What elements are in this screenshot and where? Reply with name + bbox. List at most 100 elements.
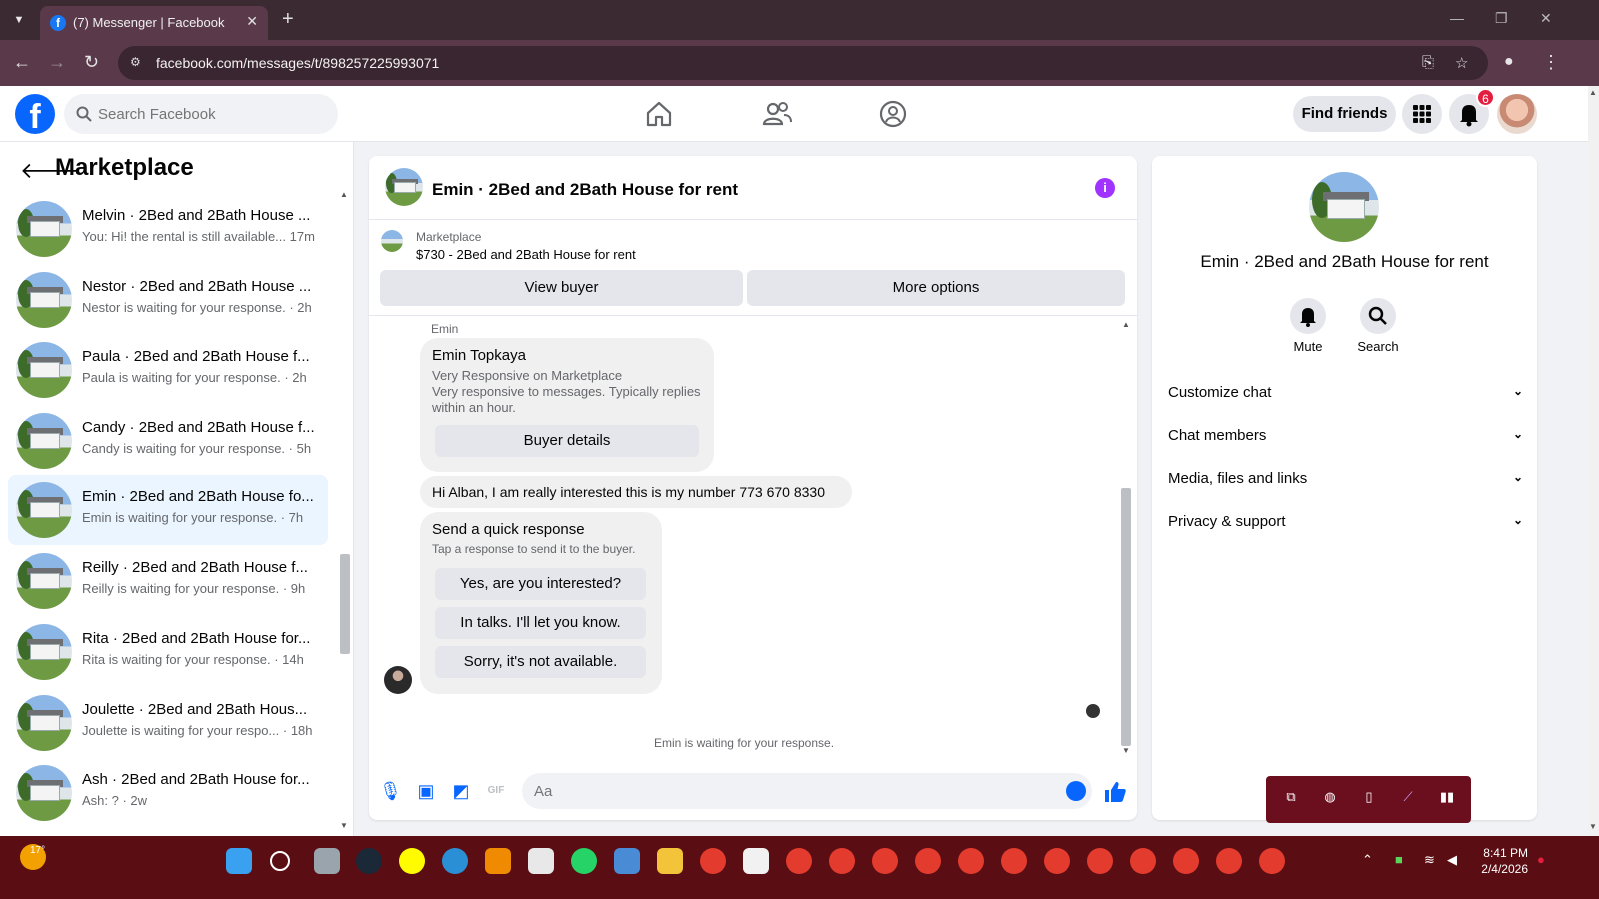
back-icon[interactable]: ←: [13, 52, 31, 72]
privacy-support-section[interactable]: Privacy & support ⌄: [1168, 502, 1523, 542]
chrome-icon[interactable]: [1130, 848, 1156, 874]
steam-tray-icon[interactable]: ◍: [1319, 789, 1341, 809]
chat-title[interactable]: Emin · 2Bed and 2Bath House for rent: [432, 180, 738, 200]
audio-levels-tray-icon[interactable]: ▮▮: [1436, 789, 1458, 809]
sticker-icon[interactable]: ◩: [450, 780, 472, 802]
maximize-button[interactable]: ❐: [1495, 10, 1508, 27]
vlc-icon[interactable]: [485, 848, 511, 874]
chrome-icon[interactable]: [1087, 848, 1113, 874]
clock-time[interactable]: 8:41 PM: [1478, 846, 1528, 860]
window-close-button[interactable]: ✕: [1540, 10, 1552, 27]
chrome-icon[interactable]: [958, 848, 984, 874]
nvidia-tray-icon[interactable]: ■: [1395, 852, 1403, 867]
thumbs-up-icon[interactable]: [1103, 780, 1127, 804]
reload-icon[interactable]: ↻: [84, 52, 99, 72]
menu-grid-button[interactable]: [1402, 94, 1442, 134]
scroll-up-icon[interactable]: ▲: [1589, 88, 1597, 97]
info-icon[interactable]: i: [1095, 178, 1115, 198]
conversation-item[interactable]: Rita · 2Bed and 2Bath House for... Rita …: [8, 617, 328, 687]
notification-center-icon[interactable]: ●: [1537, 852, 1545, 867]
install-app-icon[interactable]: ⎘: [1422, 54, 1434, 71]
chat-members-section[interactable]: Chat members ⌄: [1168, 416, 1523, 456]
edge-icon[interactable]: [442, 848, 468, 874]
conversation-item-active[interactable]: Emin · 2Bed and 2Bath House fo... Emin i…: [8, 475, 328, 545]
bookmark-star-icon[interactable]: ☆: [1455, 54, 1468, 72]
tab-search-button[interactable]: ▼: [6, 8, 32, 32]
scrollbar-thumb[interactable]: [340, 554, 350, 654]
conversation-item[interactable]: Melvin · 2Bed and 2Bath House ... You: H…: [8, 194, 328, 264]
listing-price[interactable]: $730 - 2Bed and 2Bath House for rent: [416, 247, 636, 262]
whatsapp-icon[interactable]: [571, 848, 597, 874]
groups-icon[interactable]: [877, 98, 909, 130]
forward-icon[interactable]: →: [48, 52, 66, 72]
page-scrollbar[interactable]: ▲ ▼: [1588, 86, 1599, 836]
steam-icon[interactable]: [356, 848, 382, 874]
chat-scrollbar[interactable]: ▲ ▼: [1120, 318, 1132, 758]
minimize-button[interactable]: —: [1450, 10, 1464, 26]
chrome-icon[interactable]: [1216, 848, 1242, 874]
tab-close-icon[interactable]: ✕: [246, 13, 258, 30]
quick-response-option[interactable]: In talks. I'll let you know.: [435, 607, 646, 639]
feather-tray-icon[interactable]: ⟋: [1397, 789, 1419, 809]
chrome-icon[interactable]: [1044, 848, 1070, 874]
task-view-icon[interactable]: [314, 848, 340, 874]
store-icon[interactable]: [528, 848, 554, 874]
listing-thumbnail[interactable]: [385, 168, 423, 206]
buyer-details-button[interactable]: Buyer details: [435, 425, 699, 457]
chrome-icon[interactable]: [700, 848, 726, 874]
photo-icon[interactable]: ▣: [415, 780, 437, 802]
sidebar-scrollbar[interactable]: ▲ ▼: [338, 186, 350, 830]
scroll-down-icon[interactable]: ▼: [1589, 822, 1597, 831]
conversation-item[interactable]: Reilly · 2Bed and 2Bath House f... Reill…: [8, 546, 328, 616]
customize-chat-section[interactable]: Customize chat ⌄: [1168, 373, 1523, 413]
chrome-icon[interactable]: [1173, 848, 1199, 874]
wifi-icon[interactable]: ≋: [1424, 852, 1435, 868]
scroll-up-icon[interactable]: ▲: [340, 190, 348, 199]
scrollbar-thumb[interactable]: [1121, 488, 1131, 746]
start-icon[interactable]: [226, 848, 252, 874]
message-input[interactable]: [522, 773, 1092, 809]
chrome-icon[interactable]: [786, 848, 812, 874]
site-info-icon[interactable]: ⚙: [130, 55, 146, 71]
gif-icon[interactable]: GIF: [485, 780, 507, 802]
conversation-item[interactable]: Paula · 2Bed and 2Bath House f... Paula …: [8, 335, 328, 405]
microphone-icon[interactable]: 🎙: [379, 780, 402, 802]
conversation-item[interactable]: Candy · 2Bed and 2Bath House f... Candy …: [8, 406, 328, 476]
app-icon[interactable]: [614, 848, 640, 874]
mute-button[interactable]: [1290, 298, 1326, 334]
snapchat-icon[interactable]: [399, 848, 425, 874]
volume-icon[interactable]: ◀: [1447, 852, 1457, 868]
search-icon[interactable]: [270, 851, 290, 871]
new-tab-button[interactable]: +: [282, 8, 294, 30]
chrome-icon[interactable]: [872, 848, 898, 874]
view-buyer-button[interactable]: View buyer: [380, 270, 743, 306]
media-files-links-section[interactable]: Media, files and links ⌄: [1168, 459, 1523, 499]
tray-app-icon[interactable]: ⧉: [1280, 789, 1302, 809]
find-friends-button[interactable]: Find friends: [1293, 96, 1396, 132]
url-text[interactable]: facebook.com/messages/t/898257225993071: [156, 55, 439, 71]
search-chat-button[interactable]: [1360, 298, 1396, 334]
sender-avatar[interactable]: [384, 666, 412, 694]
scroll-down-icon[interactable]: ▼: [340, 821, 348, 830]
account-avatar[interactable]: [1497, 94, 1537, 134]
home-icon[interactable]: [643, 98, 675, 130]
facebook-logo-icon[interactable]: f: [15, 94, 55, 134]
quick-response-option[interactable]: Yes, are you interested?: [435, 568, 646, 600]
emoji-icon[interactable]: [1066, 781, 1086, 801]
conversation-item[interactable]: Nestor · 2Bed and 2Bath House ... Nestor…: [8, 265, 328, 335]
profile-icon[interactable]: ●: [1504, 52, 1514, 72]
conversation-item[interactable]: Ash · 2Bed and 2Bath House for... Ash: ?…: [8, 758, 328, 828]
chrome-icon[interactable]: [915, 848, 941, 874]
instagram-icon[interactable]: [743, 848, 769, 874]
security-tray-icon[interactable]: ▯: [1358, 789, 1380, 809]
friends-icon[interactable]: [761, 98, 793, 130]
tray-expand-icon[interactable]: ⌃: [1362, 852, 1373, 868]
file-explorer-icon[interactable]: [657, 848, 683, 874]
scroll-up-icon[interactable]: ▲: [1122, 320, 1130, 329]
omnibox[interactable]: ⚙ facebook.com/messages/t/89825722599307…: [118, 46, 1488, 80]
browser-menu-icon[interactable]: ⋮: [1542, 52, 1560, 72]
scroll-down-icon[interactable]: ▼: [1122, 746, 1130, 755]
browser-tab[interactable]: f (7) Messenger | Facebook ✕: [40, 6, 268, 40]
quick-response-option[interactable]: Sorry, it's not available.: [435, 646, 646, 678]
chrome-icon[interactable]: [1001, 848, 1027, 874]
